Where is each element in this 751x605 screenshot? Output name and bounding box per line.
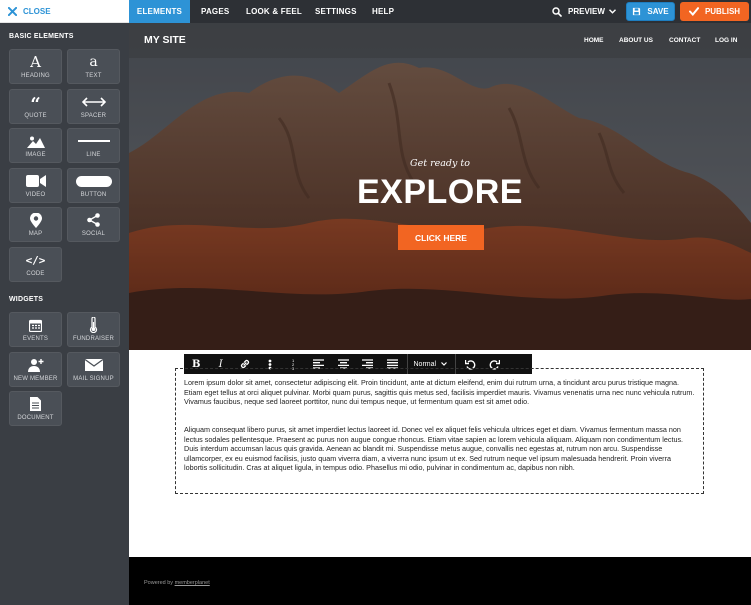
tile-label: VIDEO — [25, 192, 46, 198]
tile-label: SPACER — [80, 113, 107, 119]
element-line-tile[interactable]: LINE — [67, 128, 120, 163]
publish-button[interactable]: PUBLISH — [680, 2, 749, 21]
element-code-tile[interactable]: </> CODE — [9, 247, 62, 282]
basic-elements-heading: BASIC ELEMENTS — [9, 33, 74, 40]
powered-prefix: Powered by — [144, 580, 175, 586]
widget-fundraiser-tile[interactable]: FUNDRAISER — [67, 312, 120, 347]
save-label: SAVE — [647, 7, 669, 16]
widget-new-member-tile[interactable]: NEW MEMBER — [9, 352, 62, 387]
search-icon — [552, 6, 562, 17]
tile-label: MAIL SIGNUP — [73, 376, 114, 382]
text-block-editor[interactable]: Lorem ipsum dolor sit amet, consectetur … — [175, 368, 704, 494]
widget-document-tile[interactable]: DOCUMENT — [9, 391, 62, 426]
tab-label: HELP — [372, 7, 395, 16]
body-paragraph-1[interactable]: Lorem ipsum dolor sit amet, consectetur … — [184, 378, 696, 407]
tile-label: HEADING — [21, 73, 50, 79]
element-text-tile[interactable]: a TEXT — [67, 49, 120, 84]
preview-button[interactable]: PREVIEW — [552, 0, 616, 23]
tile-label: BUTTON — [80, 192, 107, 198]
tab-settings[interactable]: SETTINGS — [315, 0, 357, 23]
tile-label: LINE — [86, 152, 101, 158]
hero-tagline[interactable]: Get ready to — [129, 158, 751, 169]
element-map-tile[interactable]: MAP — [9, 207, 62, 242]
share-icon — [87, 212, 100, 228]
calendar-icon — [29, 317, 42, 333]
element-spacer-tile[interactable]: SPACER — [67, 89, 120, 124]
elements-sidebar: BASIC ELEMENTS A HEADING a TEXT “ QUOTE … — [0, 23, 129, 605]
tab-pages[interactable]: PAGES — [201, 0, 229, 23]
widget-mail-signup-tile[interactable]: MAIL SIGNUP — [67, 352, 120, 387]
preview-label: PREVIEW — [568, 7, 605, 16]
tab-label: LOOK & FEEL — [246, 7, 302, 16]
close-icon — [8, 6, 17, 16]
hero-headline[interactable]: EXPLORE — [129, 173, 751, 212]
widgets-heading: WIDGETS — [9, 296, 44, 303]
tile-label: FUNDRAISER — [72, 336, 114, 342]
add-user-icon — [27, 357, 44, 373]
site-name[interactable]: MY SITE — [144, 34, 186, 46]
spacer-icon — [81, 94, 106, 110]
video-icon — [25, 173, 46, 189]
top-bar: CLOSE ELEMENTS PAGES LOOK & FEEL SETTING… — [0, 0, 751, 23]
floppy-disk-icon — [633, 7, 641, 16]
format-value: Normal — [413, 360, 437, 368]
nav-home[interactable]: HOME — [584, 37, 604, 44]
checkmark-icon — [688, 7, 699, 16]
nav-contact[interactable]: CONTACT — [669, 37, 700, 44]
element-heading-tile[interactable]: A HEADING — [9, 49, 62, 84]
powered-by-link[interactable]: memberplanet — [175, 580, 210, 586]
powered-by-text: Powered by memberplanet — [144, 580, 210, 586]
heading-icon: A — [30, 53, 41, 71]
cta-label: CLICK HERE — [415, 232, 467, 243]
tile-label: EVENTS — [22, 336, 49, 342]
site-footer: Powered by memberplanet — [129, 557, 751, 605]
map-pin-icon — [29, 212, 42, 228]
publish-label: PUBLISH — [704, 7, 741, 16]
close-label: CLOSE — [23, 6, 51, 16]
element-quote-tile[interactable]: “ QUOTE — [9, 89, 62, 124]
tab-label: ELEMENTS — [136, 7, 183, 16]
document-icon — [30, 396, 41, 412]
tile-label: IMAGE — [25, 152, 46, 158]
site-canvas: MY SITE HOME ABOUT US CONTACT LOG IN Get… — [129, 23, 751, 605]
tab-label: SETTINGS — [315, 7, 357, 16]
nav-about-us[interactable]: ABOUT US — [619, 37, 653, 44]
element-button-tile[interactable]: BUTTON — [67, 168, 120, 203]
site-header: MY SITE HOME ABOUT US CONTACT LOG IN — [129, 23, 751, 58]
chevron-down-icon — [441, 362, 447, 366]
envelope-icon — [84, 357, 103, 373]
nav-log-in[interactable]: LOG IN — [715, 37, 737, 44]
hero-section[interactable]: MY SITE HOME ABOUT US CONTACT LOG IN Get… — [129, 23, 751, 350]
line-icon — [77, 133, 110, 149]
widget-events-tile[interactable]: EVENTS — [9, 312, 62, 347]
tile-label: CODE — [26, 271, 45, 277]
chevron-down-icon — [608, 9, 616, 14]
image-icon — [26, 133, 45, 149]
save-button[interactable]: SAVE — [626, 2, 675, 21]
code-icon: </> — [25, 253, 46, 267]
tile-label: MAP — [28, 231, 43, 237]
tile-label: QUOTE — [24, 113, 47, 119]
text-icon: a — [89, 54, 98, 70]
tab-label: PAGES — [201, 7, 230, 16]
tile-label: NEW MEMBER — [13, 376, 58, 382]
body-paragraph-2[interactable]: Aliquam consequat libero purus, sit amet… — [184, 425, 696, 473]
tile-label: SOCIAL — [81, 231, 106, 237]
button-icon — [75, 173, 112, 189]
element-image-tile[interactable]: IMAGE — [9, 128, 62, 163]
element-social-tile[interactable]: SOCIAL — [67, 207, 120, 242]
hero-cta-button[interactable]: CLICK HERE — [398, 225, 484, 250]
close-button[interactable]: CLOSE — [0, 0, 129, 23]
thermometer-icon — [89, 317, 98, 333]
tile-label: TEXT — [85, 73, 102, 79]
tab-look-and-feel[interactable]: LOOK & FEEL — [246, 0, 302, 23]
quote-icon: “ — [30, 94, 41, 115]
element-video-tile[interactable]: VIDEO — [9, 168, 62, 203]
tab-elements[interactable]: ELEMENTS — [129, 0, 190, 23]
tab-help[interactable]: HELP — [372, 0, 394, 23]
tile-label: DOCUMENT — [17, 415, 54, 421]
